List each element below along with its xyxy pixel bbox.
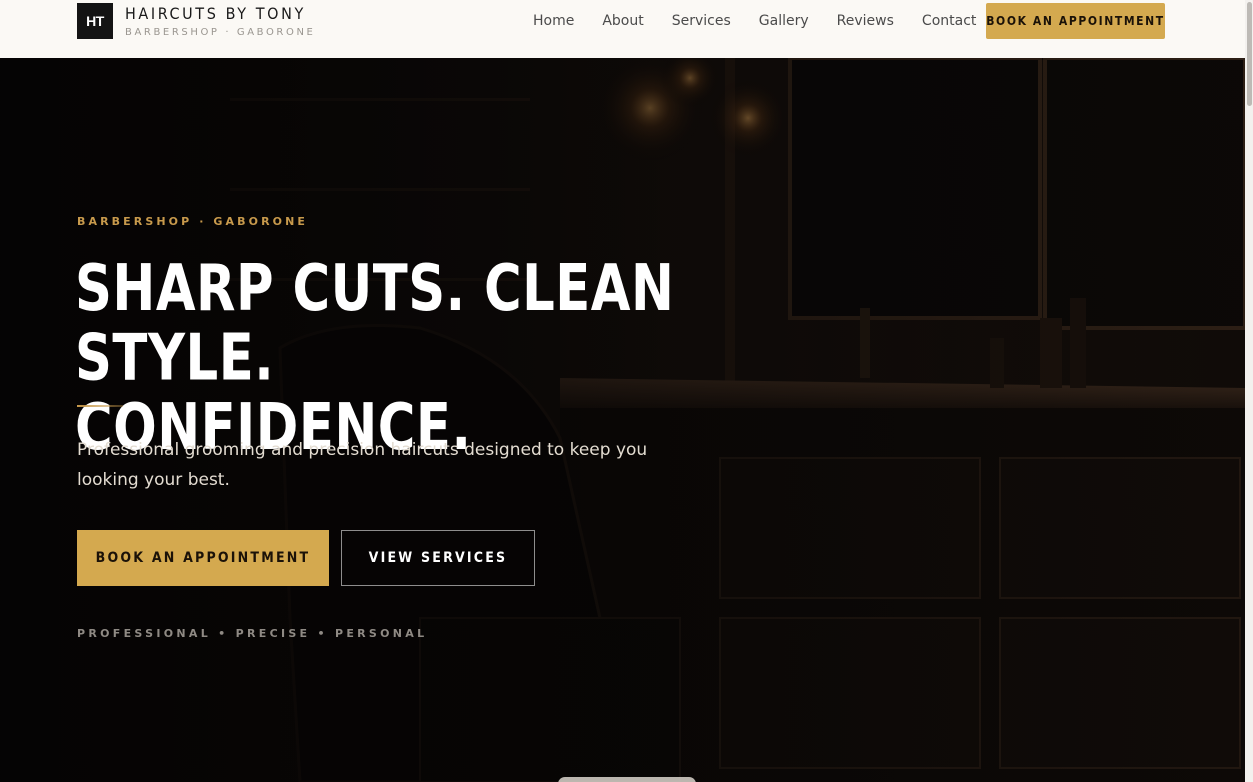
gold-divider xyxy=(77,405,123,407)
nav-contact[interactable]: Contact xyxy=(922,13,976,29)
brand-subtitle: BARBERSHOP · GABORONE xyxy=(125,27,316,38)
logo-mark[interactable]: HT xyxy=(77,3,113,39)
nav-gallery[interactable]: Gallery xyxy=(759,13,809,29)
hero-section: BARBERSHOP · GABORONE SHARP CUTS. CLEAN … xyxy=(0,58,1245,782)
hero-tagline: PROFESSIONAL • PRECISE • PERSONAL xyxy=(77,627,428,640)
nav-about[interactable]: About xyxy=(602,13,643,29)
book-appointment-button[interactable]: BOOK AN APPOINTMENT xyxy=(77,530,329,586)
hero-headline-line-1: SHARP CUTS. CLEAN STYLE. xyxy=(75,251,675,396)
site-header: HT HAIRCUTS BY TONY BARBERSHOP · GABORON… xyxy=(0,0,1245,58)
hero-eyebrow: BARBERSHOP · GABORONE xyxy=(77,215,309,228)
scroll-indicator[interactable] xyxy=(558,777,696,782)
header-book-appointment-button[interactable]: BOOK AN APPOINTMENT xyxy=(986,3,1165,39)
view-services-button[interactable]: VIEW SERVICES xyxy=(341,530,535,586)
main-nav: Home About Services Gallery Reviews Cont… xyxy=(533,13,976,29)
nav-reviews[interactable]: Reviews xyxy=(837,13,894,29)
hero-description: Professional grooming and precision hair… xyxy=(77,440,648,490)
nav-home[interactable]: Home xyxy=(533,13,574,29)
nav-services[interactable]: Services xyxy=(672,13,731,29)
scrollbar-thumb[interactable] xyxy=(1247,2,1252,106)
hero-headline: SHARP CUTS. CLEAN STYLE. CONFIDENCE. xyxy=(75,254,835,462)
brand-name[interactable]: HAIRCUTS BY TONY xyxy=(125,4,306,23)
page-scrollbar[interactable] xyxy=(1245,0,1253,782)
